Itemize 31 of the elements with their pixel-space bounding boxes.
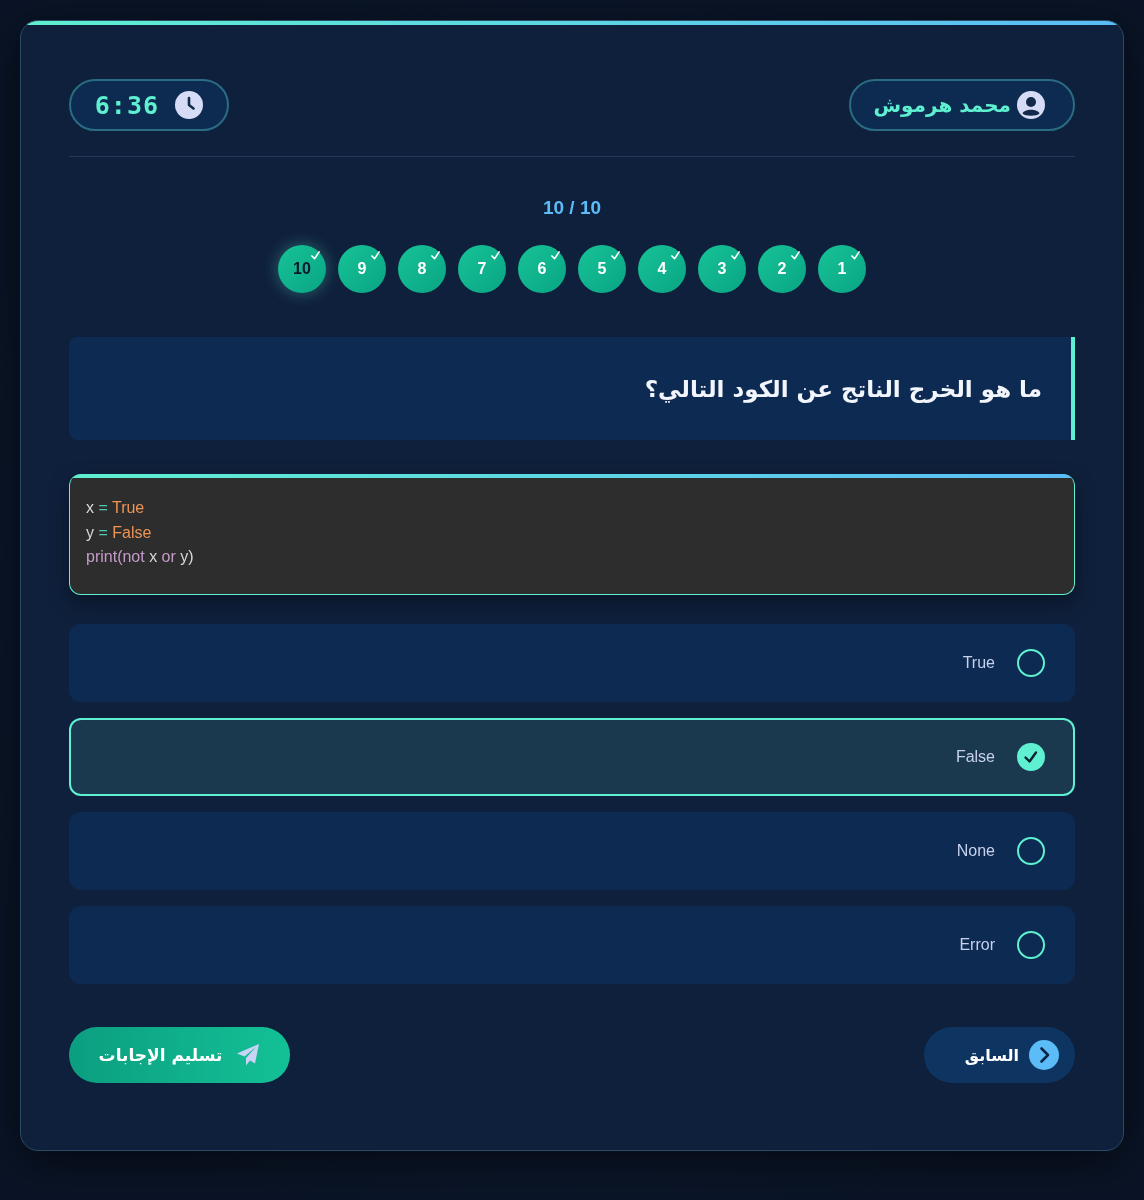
code-line: x = True [86, 498, 145, 518]
question-number-button[interactable]: 8 [398, 245, 446, 293]
question-number-button[interactable]: 7 [458, 245, 506, 293]
code-line: print(not x or y) [86, 547, 194, 567]
radio-icon [1017, 649, 1045, 677]
previous-button[interactable]: السابق [924, 1027, 1075, 1083]
answer-option[interactable]: True [69, 624, 1075, 702]
timer-text: 6:36 [94, 90, 159, 120]
radio-icon [1017, 837, 1045, 865]
chevron-right-icon [1029, 1040, 1059, 1070]
answer-option[interactable]: Error [69, 906, 1075, 984]
question-number-button[interactable]: 4 [638, 245, 686, 293]
clock-icon [175, 91, 203, 119]
question-number-button[interactable]: 3 [698, 245, 746, 293]
submit-answers-button[interactable]: تسليم الإجابات [69, 1027, 290, 1083]
question-number-button[interactable]: 10 [278, 245, 326, 293]
user-avatar-icon [1017, 91, 1045, 119]
radio-icon [1017, 931, 1045, 959]
question-number-button[interactable]: 9 [338, 245, 386, 293]
radio-checked-icon [1017, 743, 1045, 771]
code-line: y = False [86, 522, 152, 543]
answer-option[interactable]: False [69, 718, 1075, 796]
answer-option[interactable]: None [69, 812, 1075, 890]
paper-plane-icon [236, 1043, 261, 1067]
question-number-button[interactable]: 1 [818, 245, 866, 293]
progress-counter: 10 / 10 [542, 196, 602, 220]
user-name: محمد هرموش [873, 93, 1011, 117]
question-number-button[interactable]: 2 [758, 245, 806, 293]
question-number-button[interactable]: 5 [578, 245, 626, 293]
question-number-button[interactable]: 6 [518, 245, 566, 293]
question-text: ما هو الخرج الناتج عن الكود التالي؟ [644, 375, 1042, 402]
